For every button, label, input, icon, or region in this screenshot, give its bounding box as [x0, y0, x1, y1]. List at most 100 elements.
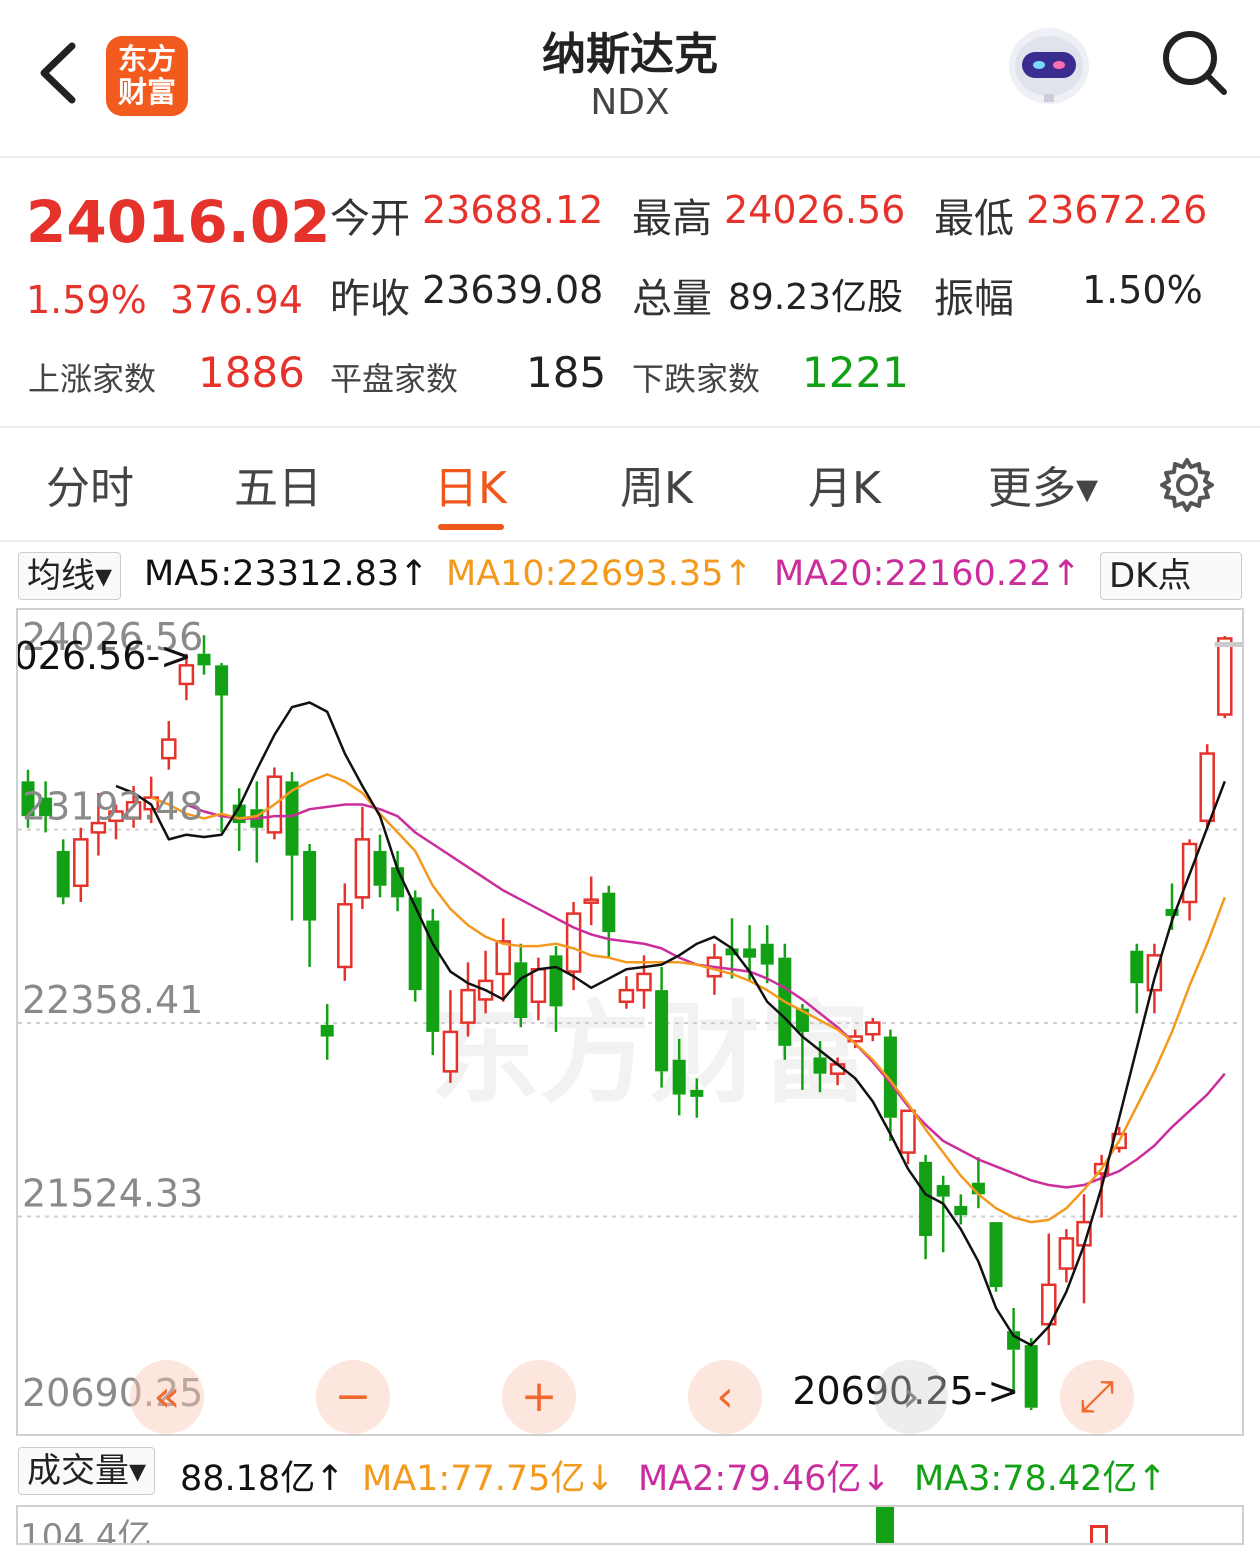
- unchanged-count: 185: [526, 348, 607, 397]
- fullscreen-button[interactable]: ⤢: [1060, 1360, 1134, 1434]
- back-arrow-icon[interactable]: [30, 38, 90, 108]
- candle-body: [919, 1161, 933, 1237]
- volume-readout: 88.18亿↑: [180, 1459, 345, 1499]
- logo-text-line2: 财富: [117, 75, 176, 109]
- candle-body: [690, 1089, 704, 1097]
- candle-body: [618, 988, 635, 1004]
- candle-body: [426, 920, 440, 1032]
- change-amount: 376.94: [170, 278, 303, 322]
- tab-five-day[interactable]: 五日: [234, 452, 322, 516]
- candle-body: [56, 850, 70, 898]
- candle-body: [1130, 950, 1144, 984]
- candle-body: [285, 781, 299, 856]
- volume-indicator-dropdown[interactable]: 成交量▾: [18, 1447, 156, 1495]
- volume-value: 89.23亿股: [728, 277, 904, 318]
- change-percent: 1.59%: [26, 278, 147, 322]
- tab-intraday[interactable]: 分时: [46, 452, 134, 516]
- decliners-count: 1221: [802, 348, 909, 397]
- vol-ma3-readout: MA3:78.42亿↑: [914, 1459, 1167, 1499]
- candle-body: [936, 1185, 950, 1197]
- volume-label: 总量: [632, 276, 712, 322]
- tab-daily-k[interactable]: 日K: [434, 452, 507, 516]
- high-value: 24026.56: [724, 188, 906, 232]
- app-logo[interactable]: 东方 财富: [106, 36, 188, 116]
- volume-bar: [1090, 1525, 1108, 1543]
- scroll-right-button[interactable]: ›: [874, 1360, 948, 1434]
- zoom-in-button[interactable]: +: [502, 1360, 576, 1434]
- candle-body: [549, 955, 563, 1007]
- divider: [0, 426, 1260, 428]
- candle-body: [989, 1222, 1003, 1288]
- candle-body: [495, 940, 511, 976]
- rewind-button[interactable]: «: [130, 1360, 204, 1434]
- candle-body: [743, 948, 757, 958]
- top-app-bar: 东方 财富 纳斯达克 NDX: [0, 0, 1260, 158]
- y-axis-tick: 23192.48: [22, 785, 203, 829]
- candle-body: [460, 988, 476, 1024]
- candle-body: [373, 850, 387, 886]
- tab-monthly-k[interactable]: 月K: [808, 452, 881, 516]
- volume-chart[interactable]: 104.4亿: [16, 1505, 1244, 1545]
- advancers-label: 上涨家数: [28, 360, 157, 398]
- dk-point-button[interactable]: DK点: [1100, 552, 1242, 600]
- candle-body: [583, 898, 599, 904]
- volume-bar: [876, 1507, 894, 1543]
- unchanged-label: 平盘家数: [330, 360, 459, 398]
- candle-body: [320, 1024, 334, 1037]
- candle-body: [73, 838, 89, 888]
- prev-close-label: 昨收: [330, 276, 410, 322]
- amplitude-value: 1.50%: [1082, 268, 1203, 312]
- tab-weekly-k[interactable]: 周K: [620, 452, 693, 516]
- candle-body: [1024, 1345, 1038, 1408]
- candle-body: [303, 850, 317, 921]
- candle-body: [408, 897, 422, 991]
- candle-body: [1217, 637, 1233, 716]
- candle-body: [602, 892, 616, 933]
- active-tab-indicator: [438, 524, 504, 530]
- ma20-readout: MA20:22160.22↑: [774, 554, 1081, 594]
- divider: [0, 540, 1260, 542]
- zoom-out-button[interactable]: −: [316, 1360, 390, 1434]
- current-price: 24016.02: [26, 188, 331, 256]
- candle-body: [161, 738, 177, 760]
- candle-body: [636, 972, 652, 992]
- advancers-count: 1886: [198, 348, 305, 397]
- amplitude-label: 振幅: [934, 276, 1014, 322]
- candle-body: [655, 990, 669, 1072]
- ai-assistant-robot-icon[interactable]: [1004, 18, 1094, 108]
- candle-body: [672, 1059, 686, 1095]
- candle-body: [514, 962, 528, 1018]
- y-axis-tick: 21524.33: [22, 1171, 203, 1215]
- ma5-readout: MA5:23312.83↑: [144, 554, 429, 594]
- open-value: 23688.12: [422, 188, 604, 232]
- page-title: 纳斯达克: [542, 29, 718, 80]
- candle-body: [215, 665, 229, 696]
- gear-icon[interactable]: [1158, 456, 1216, 514]
- candle-body: [442, 1030, 459, 1073]
- candle-body: [954, 1205, 968, 1216]
- search-icon[interactable]: [1158, 26, 1230, 98]
- prev-close-value: 23639.08: [422, 268, 604, 312]
- vol-ma2-readout: MA2:79.46亿↓: [638, 1459, 891, 1499]
- candle-body: [900, 1109, 916, 1154]
- low-label: 最低: [934, 196, 1014, 242]
- tab-more[interactable]: 更多▾: [988, 452, 1098, 516]
- kline-svg: 东方财富 24026.5623192.4822358.4121524.33206…: [18, 615, 1242, 1415]
- decliners-label: 下跌家数: [632, 360, 761, 398]
- ma10-readout: MA10:22693.35↑: [446, 554, 753, 594]
- high-label: 最高: [632, 196, 712, 242]
- y-axis-tick: 22358.41: [22, 978, 203, 1022]
- open-label: 今开: [330, 196, 410, 242]
- scroll-left-button[interactable]: ‹: [688, 1360, 762, 1434]
- candle-body: [565, 912, 582, 973]
- candle-body: [530, 968, 547, 1004]
- ma-type-dropdown[interactable]: 均线▾: [18, 552, 122, 600]
- candle-body: [1199, 752, 1215, 823]
- index-code: NDX: [590, 82, 670, 123]
- kline-chart[interactable]: 东方财富 24026.56 23192.48 22358.41 21524.33 206…: [16, 608, 1244, 1436]
- low-value: 23672.26: [1026, 188, 1208, 232]
- vol-ma1-readout: MA1:77.75亿↓: [362, 1459, 615, 1499]
- candle-body: [865, 1021, 881, 1036]
- volume-top-tick: 104.4亿: [20, 1517, 152, 1545]
- candle-body: [354, 838, 371, 899]
